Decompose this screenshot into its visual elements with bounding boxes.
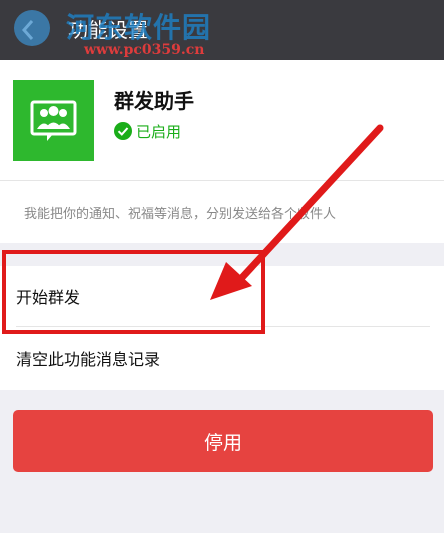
disable-button-label: 停用 [203, 432, 242, 454]
disable-button[interactable]: 停用 [13, 410, 433, 472]
